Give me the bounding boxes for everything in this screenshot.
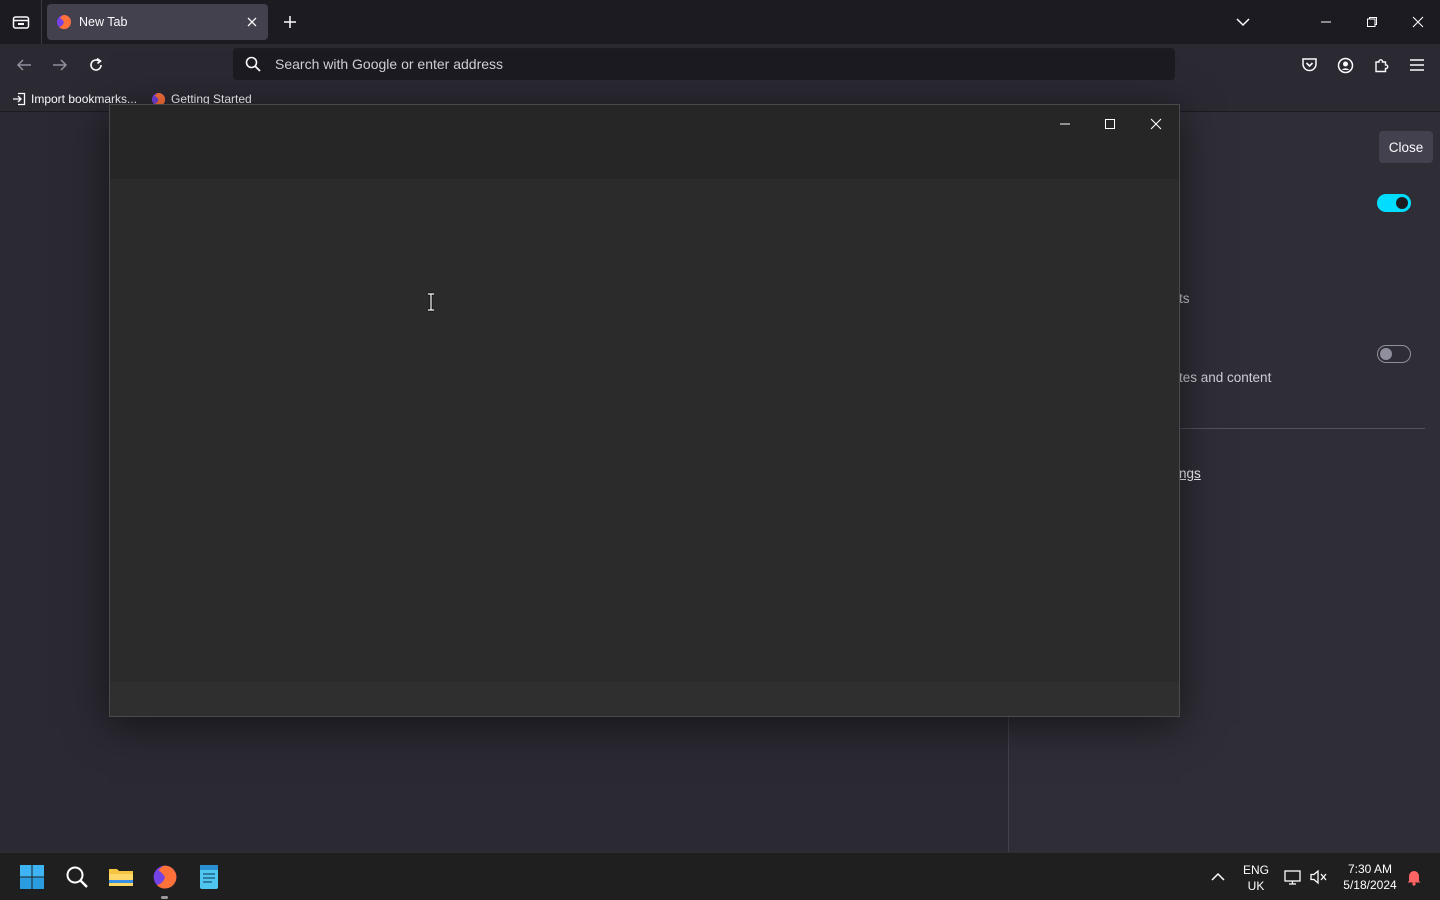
dialog-title-bar (110, 105, 1179, 179)
reload-icon (90, 57, 102, 71)
show-hidden-icons-button[interactable] (1204, 863, 1232, 891)
input-language-indicator[interactable]: ENG UK (1238, 862, 1274, 894)
app-menu-button[interactable] (1406, 54, 1428, 76)
firefox-taskbar-button[interactable] (151, 863, 179, 891)
close-icon (1412, 16, 1424, 28)
reload-button[interactable] (85, 54, 107, 76)
notepad-taskbar-button[interactable] (195, 863, 223, 891)
search-icon (245, 56, 261, 72)
firefox-favicon-icon (57, 15, 72, 30)
tab-title: New Tab (79, 15, 128, 29)
extensions-button[interactable] (1370, 54, 1392, 76)
toggle-knob (1380, 347, 1392, 360)
clock-time: 7:30 AM (1347, 862, 1393, 876)
panel-text-fragment: tes and content (1179, 370, 1272, 385)
close-icon (1150, 118, 1162, 130)
restore-icon (1367, 17, 1377, 27)
windows-taskbar: ENG UK 7:30 AM 5/18/2024 (0, 852, 1440, 900)
account-icon (1337, 57, 1353, 73)
hamburger-menu-icon (1410, 59, 1424, 71)
firefox-icon (153, 865, 177, 889)
keyboard-layout: UK (1247, 879, 1265, 893)
panel-divider (1179, 428, 1425, 429)
forward-button[interactable] (49, 54, 71, 76)
import-icon (13, 92, 26, 106)
close-panel-button[interactable]: Close (1379, 131, 1433, 163)
file-explorer-button[interactable] (107, 863, 135, 891)
dialog-close-button[interactable] (1141, 111, 1171, 137)
tab-new-tab[interactable]: New Tab (47, 4, 268, 40)
tab-strip: New Tab (0, 0, 1440, 44)
minimize-icon (1321, 21, 1331, 23)
close-window-button[interactable] (1406, 10, 1430, 34)
search-icon (66, 866, 88, 888)
list-all-tabs-button[interactable] (1231, 10, 1255, 34)
close-tab-icon[interactable] (244, 14, 260, 30)
account-button[interactable] (1334, 54, 1356, 76)
running-indicator (161, 896, 168, 899)
volume-button[interactable] (1305, 863, 1333, 891)
folder-icon (109, 869, 133, 886)
dialog-footer (110, 682, 1179, 716)
network-status-button[interactable] (1279, 863, 1307, 891)
arrow-left-icon (16, 59, 31, 71)
maximize-icon (1105, 119, 1115, 129)
toggle-switch-off[interactable] (1377, 345, 1411, 363)
start-button[interactable] (18, 863, 46, 891)
windows-logo-icon (20, 865, 44, 889)
dialog-maximize-button[interactable] (1095, 111, 1125, 137)
clock-date: 5/18/2024 (1343, 878, 1397, 892)
minimize-window-button[interactable] (1314, 10, 1338, 34)
notifications-button[interactable] (1400, 863, 1428, 891)
notepad-icon (200, 865, 218, 889)
pocket-icon (1301, 58, 1317, 72)
restore-window-button[interactable] (1360, 10, 1384, 34)
toggle-switch-on[interactable] (1377, 194, 1411, 212)
toggle-knob (1396, 197, 1408, 209)
panel-text-fragment: ts (1179, 291, 1190, 306)
blank-dialog-window (109, 104, 1180, 717)
puzzle-piece-icon (1374, 58, 1388, 72)
new-tab-icon[interactable] (280, 12, 300, 32)
language-code: ENG (1242, 863, 1269, 877)
arrow-right-icon (53, 59, 68, 71)
address-bar[interactable] (233, 48, 1175, 80)
navigation-toolbar (0, 44, 1440, 86)
network-icon (1284, 870, 1301, 885)
minimize-icon (1060, 123, 1070, 125)
chevron-down-icon (1236, 18, 1250, 27)
dialog-minimize-button[interactable] (1050, 111, 1080, 137)
back-button[interactable] (13, 54, 35, 76)
text-cursor-icon (428, 292, 434, 312)
pocket-button[interactable] (1298, 54, 1320, 76)
chevron-up-icon (1211, 872, 1225, 881)
bell-icon (1407, 871, 1421, 886)
firefox-view-icon (12, 16, 29, 29)
panel-settings-link[interactable]: ngs (1179, 466, 1201, 481)
clock[interactable]: 7:30 AM 5/18/2024 (1338, 861, 1402, 893)
address-input[interactable] (275, 56, 1135, 72)
taskbar-search-button[interactable] (63, 863, 91, 891)
volume-muted-icon (1310, 869, 1327, 885)
firefox-view-button[interactable] (0, 0, 42, 44)
